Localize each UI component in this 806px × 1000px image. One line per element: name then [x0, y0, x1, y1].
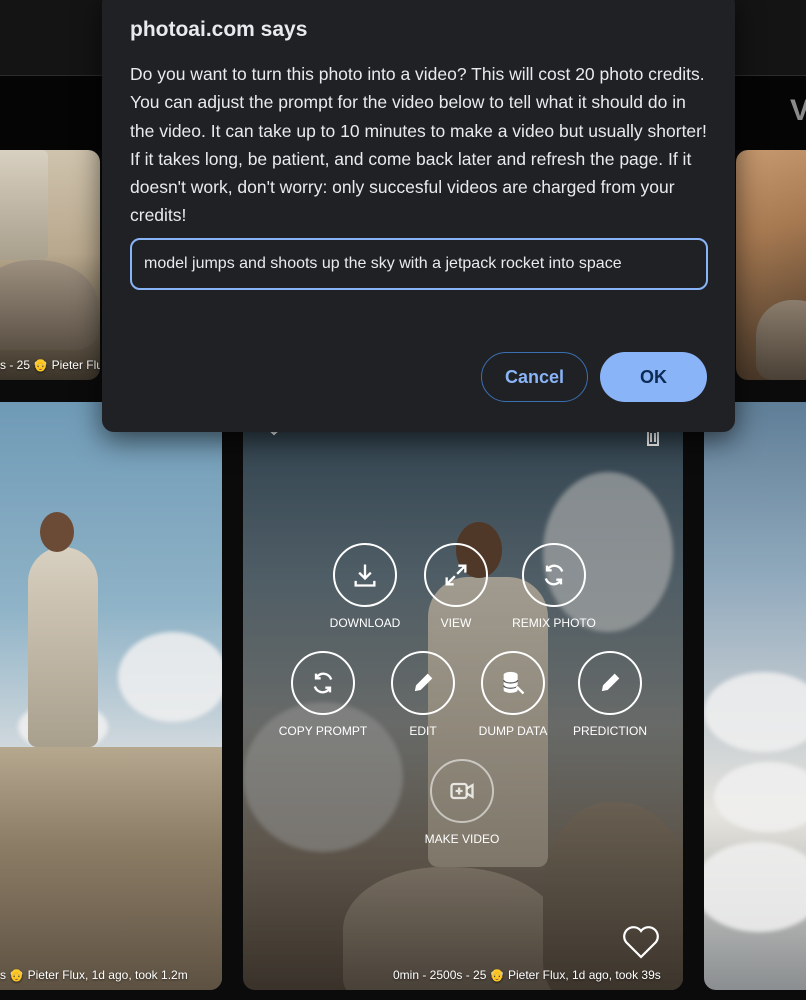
dialog-message: Do you want to turn this photo into a vi… [130, 64, 707, 226]
prompt-dialog: photoai.com says Do you want to turn thi… [102, 0, 735, 432]
photo-card[interactable]: s 👴 Pieter Flux, 1d ago, took 1.2m [0, 402, 222, 990]
cancel-button[interactable]: Cancel [481, 352, 588, 402]
photo-card-active[interactable]: DOWNLOAD VIEW REMIX PHOTO COPY PROMPT ED… [243, 402, 683, 990]
edit-button[interactable] [391, 651, 455, 715]
pencil-icon [601, 673, 620, 692]
view-button[interactable] [424, 543, 488, 607]
pencil-icon [414, 673, 433, 692]
expand-icon [445, 564, 467, 586]
prediction-button[interactable] [578, 651, 642, 715]
refresh-icon [313, 672, 333, 694]
photo-card[interactable] [704, 402, 806, 990]
make-video-button[interactable] [430, 759, 494, 823]
dump-data-button[interactable] [481, 651, 545, 715]
heart-icon[interactable] [621, 924, 661, 960]
photo-card[interactable] [736, 150, 806, 380]
make-video-label: MAKE VIDEO [424, 832, 500, 846]
dialog-title: photoai.com says [130, 18, 308, 41]
photo-caption: s - 25 👴 Pieter Flux [0, 358, 100, 372]
remix-photo-button[interactable] [522, 543, 586, 607]
refresh-icon [544, 564, 564, 586]
download-icon [354, 564, 376, 587]
photo-caption: 0min - 2500s - 25 👴 Pieter Flux, 1d ago,… [393, 968, 661, 982]
database-icon [503, 671, 525, 695]
photo-caption: s 👴 Pieter Flux, 1d ago, took 1.2m [0, 968, 188, 982]
subbar-partial-text: V [789, 94, 806, 127]
remix-photo-label: REMIX PHOTO [512, 616, 596, 630]
ok-button[interactable]: OK [600, 352, 707, 402]
prediction-label: PREDICTION [572, 724, 647, 738]
photo-card[interactable]: s - 25 👴 Pieter Flux [0, 150, 100, 380]
copy-prompt-button[interactable] [291, 651, 355, 715]
video-prompt-input[interactable] [130, 238, 708, 290]
video-plus-icon [450, 782, 474, 800]
download-button[interactable] [333, 543, 397, 607]
